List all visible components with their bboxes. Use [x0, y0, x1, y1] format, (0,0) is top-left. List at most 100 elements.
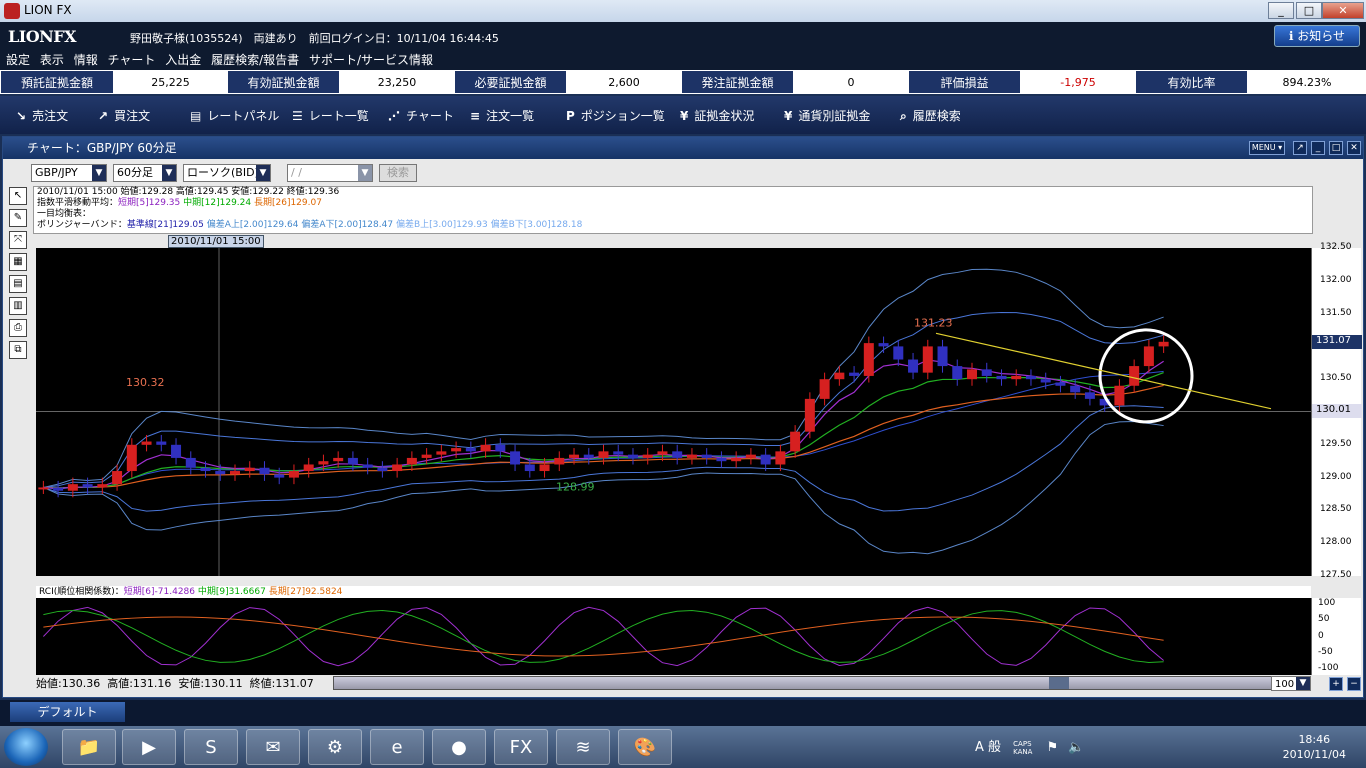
volume-icon[interactable]: 🔈 [1068, 740, 1084, 755]
media-player-icon[interactable]: ▶ [122, 729, 176, 765]
candle [908, 359, 919, 373]
candle [171, 444, 182, 458]
menu-info[interactable]: 情報 [74, 53, 98, 67]
chart-scrollbar[interactable] [333, 676, 1273, 690]
data-tool-icon[interactable]: ▤ [9, 275, 27, 293]
messenger-icon[interactable]: ✉ [246, 729, 300, 765]
network-icon[interactable]: ⚙ [308, 729, 362, 765]
y-tick-label: 128.50 [1320, 504, 1352, 515]
candle [804, 398, 815, 432]
user-info: 野田敬子様(1035524) 両建あり 前回ログイン日：10/11/04 16:… [130, 32, 499, 45]
copy-icon[interactable]: ⧉ [9, 341, 27, 359]
candle [1084, 392, 1095, 399]
chart-menu-button[interactable]: MENU ▾ [1249, 141, 1285, 155]
yen-box-icon: ¥ [784, 109, 793, 123]
clock[interactable]: 18:46 2010/11/04 [1283, 732, 1346, 762]
flag-icon[interactable]: ⚑ [1047, 740, 1059, 755]
candle [686, 454, 697, 458]
zoom-select[interactable]: 100 ▼ [1271, 676, 1311, 691]
paint-icon[interactable]: 🎨 [618, 729, 672, 765]
table-tool-icon[interactable]: ▥ [9, 297, 27, 315]
sell-order-button[interactable]: ↘ 売注文 [16, 107, 68, 124]
zoom-in-icon[interactable]: + [1329, 677, 1343, 691]
menu-deposit[interactable]: 入出金 [165, 53, 201, 67]
candle [451, 448, 462, 452]
search-button[interactable]: 検索 [379, 164, 417, 182]
candle [760, 454, 771, 465]
rci-mid: 中期[9]31.6667 [197, 587, 266, 597]
print-icon[interactable]: ⎙ [9, 319, 27, 337]
bb-dn3: 偏差B下[3.00]128.18 [490, 220, 583, 230]
candle [141, 441, 152, 445]
candle [362, 464, 373, 468]
menu-view[interactable]: 表示 [40, 53, 64, 67]
indicator-tool-icon[interactable]: ⤧ [9, 231, 27, 249]
ime-indicator[interactable]: A 般 [975, 740, 1001, 755]
candle [819, 379, 830, 399]
zoom-out-icon[interactable]: − [1347, 677, 1361, 691]
menu-settings[interactable]: 設定 [6, 53, 30, 67]
maximize-icon[interactable]: □ [1329, 141, 1343, 155]
currency-margin-button[interactable]: ¥ 通貨別証拠金 [784, 107, 870, 124]
ohlc-bar: 始値:130.36 高値:131.16 安値:130.11 終値:131.07 [36, 677, 336, 691]
balance-label: 評価損益 [908, 70, 1021, 94]
timeframe-select[interactable]: 60分足 ▼ [113, 164, 177, 182]
fx-app-icon[interactable]: FX [494, 729, 548, 765]
buy-order-button[interactable]: ↗ 買注文 [98, 107, 150, 124]
notice-button[interactable]: ℹ お知らせ [1274, 25, 1360, 47]
yen-icon: ¥ [680, 109, 689, 123]
lionfx-taskbar-icon[interactable]: ≋ [556, 729, 610, 765]
rci-chart[interactable] [36, 598, 1311, 675]
candle [377, 467, 388, 472]
chart-button[interactable]: ⋰ チャート [388, 107, 454, 124]
explorer-icon[interactable]: 📁 [62, 729, 116, 765]
timeframe-tool-icon[interactable]: ▦ [9, 253, 27, 271]
close-button[interactable]: ✕ [1322, 2, 1364, 19]
maximize-button[interactable]: □ [1296, 2, 1322, 19]
bb-up3: 偏差B上[3.00]129.93 [395, 220, 488, 230]
price-chart[interactable]: 130.32 128.99 131.23 [36, 248, 1311, 576]
position-list-button[interactable]: P ポジション一覧 [566, 107, 665, 124]
rate-panel-button[interactable]: ▤ レートパネル [190, 107, 279, 124]
candle [38, 487, 49, 490]
candle [878, 343, 889, 347]
chart-window: チャート：GBP/JPY 60分足 MENU ▾ ↗ _ □ ✕ GBP/JPY… [2, 136, 1364, 698]
odl-app-icon[interactable]: ● [432, 729, 486, 765]
candle [952, 366, 963, 380]
zoom-value: 100 [1275, 679, 1295, 690]
pencil-tool-icon[interactable]: ✎ [9, 209, 27, 227]
menu-bar: 設定 表示 情報 チャート 入出金 履歴検索/報告書 サポート/サービス情報 [0, 50, 1366, 70]
menu-support[interactable]: サポート/サービス情報 [309, 53, 433, 67]
scroll-thumb[interactable] [1049, 677, 1069, 689]
candle [790, 431, 801, 452]
close-icon[interactable]: ✕ [1347, 141, 1361, 155]
menu-chart[interactable]: チャート [108, 53, 156, 67]
tab-default[interactable]: デフォルト [10, 702, 125, 722]
candle [185, 457, 196, 468]
candle [406, 457, 417, 465]
rate-list-button[interactable]: ☰ レート一覧 [292, 107, 369, 124]
pair-select[interactable]: GBP/JPY ▼ [31, 164, 107, 182]
candle [996, 375, 1007, 380]
candle [1129, 366, 1140, 386]
popout-icon[interactable]: ↗ [1293, 141, 1307, 155]
history-search-button[interactable]: ⌕ 履歴検索 [900, 107, 961, 124]
margin-status-button[interactable]: ¥ 証拠金状況 [680, 107, 754, 124]
ohlc-close: 終値:131.07 [249, 677, 314, 690]
candle [347, 457, 358, 465]
y-tick-label: 132.00 [1320, 274, 1352, 285]
cursor-tool-icon[interactable]: ↖ [9, 187, 27, 205]
minimize-icon[interactable]: _ [1311, 141, 1325, 155]
menu-history[interactable]: 履歴検索/報告書 [211, 53, 299, 67]
order-list-button[interactable]: ≡ 注文一覧 [470, 107, 534, 124]
internet-explorer-icon[interactable]: e [370, 729, 424, 765]
chart-type-select[interactable]: ローソク(BID) ▼ [183, 164, 271, 182]
rci-title: RCI(順位相関係数)： [39, 587, 124, 597]
start-button[interactable] [4, 728, 48, 766]
skype-icon[interactable]: S [184, 729, 238, 765]
high-label: 130.32 [126, 376, 165, 389]
minimize-button[interactable]: _ [1268, 2, 1294, 19]
bb-lower3-line [43, 421, 1164, 555]
date-input[interactable]: / / ▼ [287, 164, 373, 182]
candle [1143, 346, 1154, 367]
